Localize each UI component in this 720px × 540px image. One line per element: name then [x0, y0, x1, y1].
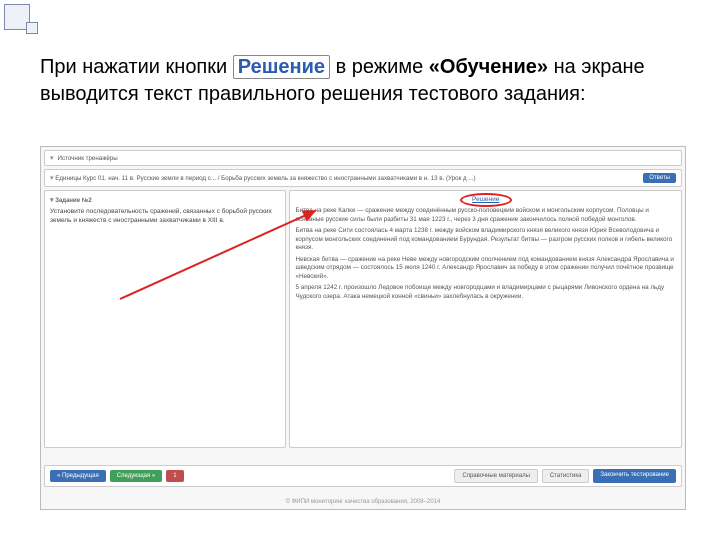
- solution-paragraph: 5 апреля 1242 г. произошло Ледовое побои…: [295, 284, 676, 301]
- solution-paragraph: Битва на реке Калке — сражение между сое…: [295, 207, 676, 224]
- task-title: ▾ Задание №2: [50, 196, 280, 204]
- application-screenshot: ▾ Источник тренажёры ▾ Единицы Курс 01. …: [40, 146, 686, 510]
- caption-part: в режиме: [336, 56, 429, 78]
- slide-caption: При нажатии кнопки Решение в режиме «Обу…: [40, 54, 690, 108]
- pager-button[interactable]: 1: [166, 470, 183, 482]
- answers-button[interactable]: Ответы: [643, 173, 676, 183]
- solution-button-word: Решение: [233, 55, 330, 79]
- collapse-icon: ▾: [50, 154, 54, 162]
- collapse-icon: ▾: [50, 197, 54, 204]
- caption-part: При нажатии кнопки: [40, 56, 233, 78]
- solution-body: Битва на реке Калке — сражение между сое…: [295, 207, 676, 301]
- breadcrumb-row-1[interactable]: ▾ Источник тренажёры: [44, 150, 682, 166]
- prev-button[interactable]: « Предыдущая: [50, 470, 106, 482]
- breadcrumb-row-2[interactable]: ▾ Единицы Курс 01. нач. 11 в. Русские зе…: [44, 169, 682, 187]
- task-body: Установите последовательность сражений, …: [50, 208, 280, 226]
- breadcrumb-text: Источник тренажёры: [58, 155, 118, 162]
- finish-button[interactable]: Закончить тестирование: [593, 469, 676, 483]
- reference-button[interactable]: Справочные материалы: [454, 469, 538, 483]
- stats-button[interactable]: Статистика: [542, 469, 590, 483]
- main-content-area: ▾ Задание №2 Установите последовательнос…: [44, 190, 682, 448]
- solution-paragraph: Битва на реке Сити состоялась 4 марта 12…: [295, 227, 676, 253]
- breadcrumb-text: Единицы Курс 01. нач. 11 в. Русские земл…: [55, 175, 475, 182]
- solution-paragraph: Невская битва — сражение на реке Неве ме…: [295, 256, 676, 282]
- next-button[interactable]: Следующая »: [110, 470, 163, 482]
- collapse-icon: ▾: [50, 175, 54, 182]
- slide-decoration: [4, 4, 30, 35]
- solution-pane: Решение Битва на реке Калке — сражение м…: [289, 190, 682, 448]
- footer-toolbar: « Предыдущая Следующая » 1 Справочные ма…: [44, 465, 682, 487]
- copyright-text: © ФИПИ мониторинг качества образования, …: [41, 499, 685, 505]
- highlight-ellipse: [460, 193, 512, 207]
- caption-mode-bold: «Обучение»: [429, 56, 548, 78]
- task-pane: ▾ Задание №2 Установите последовательнос…: [44, 190, 286, 448]
